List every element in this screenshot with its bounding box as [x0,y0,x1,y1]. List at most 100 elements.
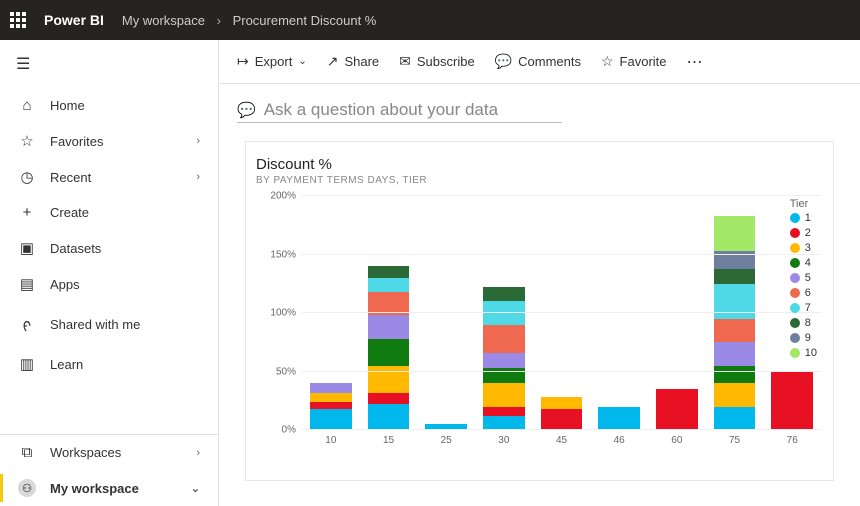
chart-title: Discount % [256,156,821,173]
sidebar: ☰ ⌂Home ☆Favorites› ◷Recent› +Create ▣Da… [0,40,219,506]
legend-label: 9 [805,332,811,344]
bar-segment[interactable] [714,366,756,384]
legend-label: 10 [805,347,817,359]
share-button[interactable]: ↗Share [327,53,379,70]
share-icon: ↗ [327,53,339,70]
y-tick: 0% [282,425,296,436]
bar-segment[interactable] [714,383,756,406]
bar-segment[interactable] [368,339,410,366]
legend-label: 6 [805,287,811,299]
breadcrumb-workspace[interactable]: My workspace [122,13,205,28]
legend-label: 1 [805,212,811,224]
bar-segment[interactable] [368,315,410,338]
legend-item[interactable]: 5 [790,272,817,284]
app-launcher-icon[interactable] [10,12,26,28]
favorite-button[interactable]: ☆Favorite [601,53,667,70]
bar-segment[interactable] [368,393,410,405]
sidebar-item-apps[interactable]: ▤Apps [0,266,218,302]
bar-segment[interactable] [483,407,525,416]
bar-column[interactable] [368,196,410,430]
legend-swatch [790,333,800,343]
bar-segment[interactable] [598,407,640,430]
breadcrumb-report[interactable]: Procurement Discount % [233,13,377,28]
x-tick: 75 [714,435,756,446]
legend-label: 5 [805,272,811,284]
breadcrumb: My workspace › Procurement Discount % [122,13,376,28]
bar-segment[interactable] [714,407,756,430]
legend-item[interactable]: 7 [790,302,817,314]
bar-segment[interactable] [714,342,756,365]
chevron-down-icon: ⌄ [298,56,306,67]
x-tick: 10 [310,435,352,446]
qna-input[interactable]: 💬 Ask a question about your data [237,100,562,123]
bar-segment[interactable] [310,383,352,392]
bar-segment[interactable] [483,325,525,353]
sidebar-item-create[interactable]: +Create [0,195,218,230]
legend-item[interactable]: 3 [790,242,817,254]
sidebar-item-my-workspace[interactable]: ⚇My workspace⌄ [0,470,218,506]
chevron-down-icon: ⌄ [191,482,200,495]
sidebar-item-datasets[interactable]: ▣Datasets [0,230,218,266]
sidebar-item-workspaces[interactable]: ⧉Workspaces› [0,435,218,470]
learn-icon: ▥ [18,355,36,373]
bar-segment[interactable] [656,389,698,430]
legend-label: 3 [805,242,811,254]
x-tick: 15 [368,435,410,446]
bar-segment[interactable] [483,353,525,368]
bar-segment[interactable] [483,287,525,301]
bar-column[interactable] [541,196,583,430]
report-toolbar: ↦Export⌄ ↗Share ✉Subscribe 💬Comments ☆Fa… [219,40,860,84]
bar-segment[interactable] [714,269,756,284]
bar-segment[interactable] [714,319,756,342]
legend-item[interactable]: 10 [790,347,817,359]
bar-segment[interactable] [714,216,756,251]
legend-swatch [790,243,800,253]
legend-item[interactable]: 8 [790,317,817,329]
y-tick: 150% [270,249,296,260]
export-icon: ↦ [237,53,249,70]
x-tick: 25 [425,435,467,446]
bar-segment[interactable] [541,409,583,430]
bar-segment[interactable] [771,372,813,431]
bar-column[interactable] [714,196,756,430]
bar-segment[interactable] [368,404,410,430]
more-button[interactable]: ⋯ [687,52,704,72]
bar-column[interactable] [656,196,698,430]
chart-plot-area: 101525304546607576 [302,196,821,446]
gridline [302,195,821,196]
bar-segment[interactable] [368,278,410,292]
legend-swatch [790,288,800,298]
sidebar-item-home[interactable]: ⌂Home [0,88,218,123]
bar-segment[interactable] [714,284,756,319]
bar-segment[interactable] [541,397,583,409]
sidebar-item-favorites[interactable]: ☆Favorites› [0,123,218,159]
bar-column[interactable] [310,196,352,430]
bar-segment[interactable] [310,409,352,430]
legend-item[interactable]: 2 [790,227,817,239]
bar-segment[interactable] [368,266,410,278]
sidebar-item-learn[interactable]: ▥Learn [0,346,218,382]
bar-column[interactable] [598,196,640,430]
bar-segment[interactable] [310,402,352,409]
sidebar-item-recent[interactable]: ◷Recent› [0,159,218,195]
bar-segment[interactable] [483,301,525,324]
chart-card: Discount % BY PAYMENT TERMS DAYS, TIER 0… [245,141,834,481]
legend-item[interactable]: 4 [790,257,817,269]
hamburger-icon[interactable]: ☰ [0,40,218,88]
y-tick: 200% [270,191,296,202]
brand: Power BI [44,12,104,28]
bar-segment[interactable] [310,393,352,402]
export-button[interactable]: ↦Export⌄ [237,53,307,70]
legend-item[interactable]: 6 [790,287,817,299]
bar-column[interactable] [483,196,525,430]
gridline [302,312,821,313]
legend-item[interactable]: 1 [790,212,817,224]
apps-icon: ▤ [18,275,36,293]
legend-item[interactable]: 9 [790,332,817,344]
sidebar-item-shared[interactable]: ᠻShared with me [0,302,218,346]
bar-segment[interactable] [483,383,525,406]
bar-column[interactable] [425,196,467,430]
comments-button[interactable]: 💬Comments [495,53,581,70]
bar-segment[interactable] [483,416,525,430]
subscribe-button[interactable]: ✉Subscribe [399,53,475,70]
